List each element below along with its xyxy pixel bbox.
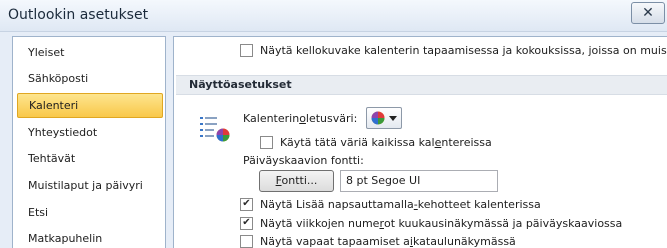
- date-nav-font-label: Päiväyskaavion fontti:: [243, 153, 364, 167]
- use-color-all-label-accel: e: [434, 135, 442, 149]
- sidebar-item-yhteystiedot[interactable]: Yhteystiedot: [17, 120, 163, 145]
- option-week-numbers[interactable]: Näytä viikkojen numerot kuukausinäkymäss…: [240, 214, 622, 232]
- default-color-label-accel: o: [299, 111, 306, 125]
- click-to-add-label-pre: Näytä Lisää napsauttamalla: [260, 197, 414, 211]
- section-header-display: Näyttöasetukset: [176, 75, 667, 95]
- sidebar-item-muistilaput[interactable]: Muistilaput ja päivyri: [17, 173, 163, 198]
- reminder-icon-checkbox[interactable]: [240, 43, 253, 57]
- free-appointments-label-post: kataulunäkymässä: [412, 234, 516, 248]
- color-wheel-icon: [371, 111, 385, 125]
- click-to-add-checkbox[interactable]: [240, 197, 253, 211]
- use-color-all-checkbox[interactable]: [260, 135, 273, 149]
- default-color-label-post: letusväri:: [305, 111, 358, 125]
- option-label: Näytä kellokuvake kalenterin tapaamisess…: [260, 43, 667, 57]
- sidebar-item-yleiset[interactable]: Yleiset: [17, 40, 163, 65]
- week-numbers-label-pre: Näytä viikkojen nume: [260, 216, 380, 230]
- free-appointments-checkbox[interactable]: [240, 234, 253, 248]
- close-button[interactable]: ✕: [631, 2, 665, 24]
- options-window: Outlookin asetukset ✕ Yleiset Sähköposti…: [0, 0, 667, 248]
- option-use-color-all[interactable]: Käytä tätä väriä kaikissa kal e ntereissa: [260, 133, 492, 151]
- calendar-options-icon: [200, 117, 230, 142]
- category-sidebar: Yleiset Sähköposti Kalenteri Yhteystiedo…: [12, 36, 166, 248]
- font-button[interactable]: Fontti...: [259, 170, 334, 192]
- use-color-all-label-pre: Käytä tätä väriä kaikissa kal: [280, 135, 435, 149]
- click-to-add-label-post: kehotteet kalenterissa: [417, 197, 541, 211]
- close-icon: ✕: [642, 5, 654, 21]
- option-reminder-icon[interactable]: Näytä kellokuvake kalenterin tapaamisess…: [240, 41, 667, 59]
- week-numbers-checkbox[interactable]: [240, 216, 253, 230]
- use-color-all-label-post: ntereissa: [441, 135, 492, 149]
- default-color-label: Kalenterin o letusväri:: [243, 109, 357, 127]
- options-content: Näytä kellokuvake kalenterin tapaamisess…: [173, 36, 667, 248]
- default-color-label-pre: Kalenterin: [243, 111, 300, 125]
- sidebar-item-sahkoposti[interactable]: Sähköposti: [17, 66, 163, 91]
- sidebar-item-kalenteri[interactable]: Kalenteri: [17, 93, 163, 118]
- option-click-to-add[interactable]: Näytä Lisää napsauttamalla -kehotteet ka…: [240, 195, 541, 213]
- sidebar-item-tehtavat[interactable]: Tehtävät: [17, 146, 163, 171]
- font-value-field[interactable]: 8 pt Segoe UI: [340, 170, 498, 192]
- window-title: Outlookin asetukset: [8, 7, 149, 23]
- option-free-appointments[interactable]: Näytä vapaat tapaamiset a i kataulunäkymäs…: [240, 232, 516, 248]
- font-button-label: ontti...: [281, 174, 318, 187]
- free-appointments-label-pre: Näytä vapaat tapaamiset a: [260, 234, 410, 248]
- sidebar-item-matkapuhelin[interactable]: Matkapuhelin: [17, 226, 163, 248]
- sidebar-item-etsi[interactable]: Etsi: [17, 200, 163, 225]
- default-color-dropdown[interactable]: [366, 107, 402, 129]
- week-numbers-label-post: ot kuukausinäkymässä ja päiväyskaaviossa: [383, 216, 623, 230]
- title-bar: Outlookin asetukset ✕: [0, 0, 667, 32]
- chevron-down-icon: [389, 115, 397, 121]
